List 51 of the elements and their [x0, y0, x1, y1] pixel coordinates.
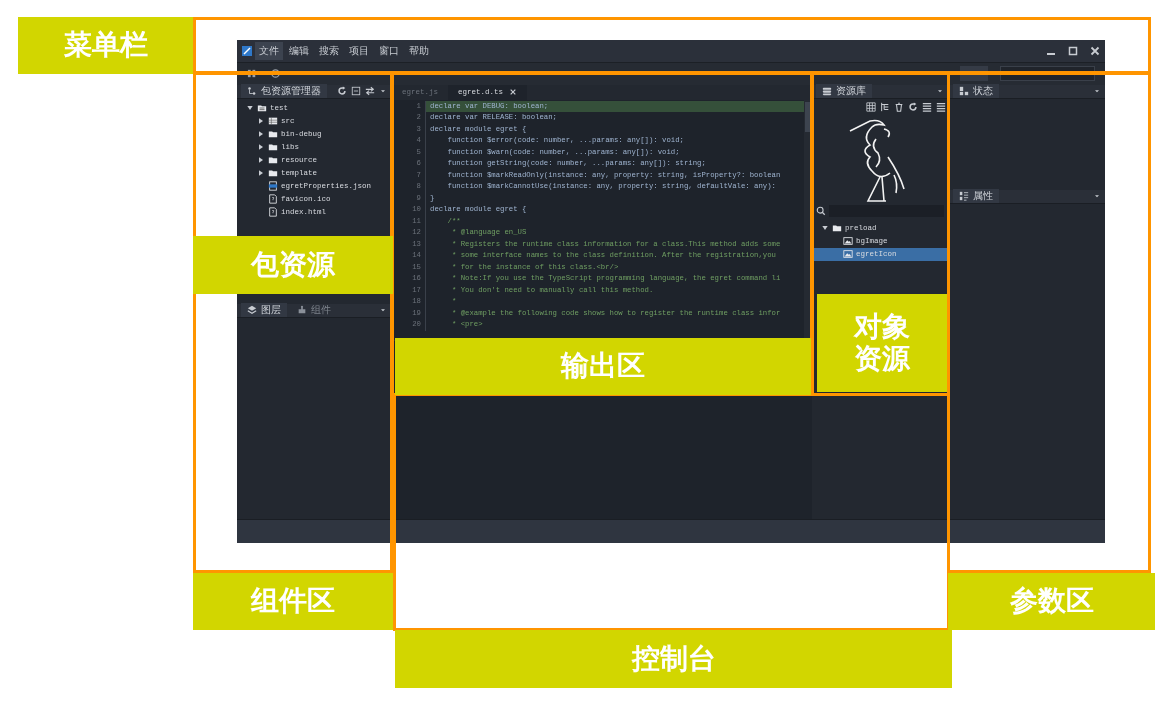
- collapsed-arrow-icon[interactable]: [257, 156, 265, 165]
- tree-icon: [247, 86, 257, 97]
- annotation-label: 对象资源: [852, 310, 911, 376]
- menu-item[interactable]: 帮助: [405, 41, 433, 60]
- list-icon[interactable]: [922, 101, 932, 112]
- panel-tab[interactable]: 包资源管理器: [241, 84, 327, 99]
- puzzle-icon: [297, 305, 307, 316]
- collapsed-arrow-icon[interactable]: [257, 117, 265, 126]
- annotation-label: 组件区: [251, 585, 335, 618]
- panel-tab[interactable]: 组件: [291, 303, 337, 318]
- panel-title: 状态: [973, 84, 993, 99]
- pause-icon[interactable]: [247, 68, 258, 80]
- refresh-icon[interactable]: [908, 101, 918, 112]
- annotation-label: 输出区: [561, 350, 645, 383]
- collapsed-arrow-icon[interactable]: [257, 143, 265, 152]
- panel-tab[interactable]: 资源库: [816, 84, 872, 99]
- menu-item[interactable]: 文件: [255, 41, 283, 60]
- panel-title: 资源库: [836, 84, 866, 99]
- annotation-label: 参数区: [1009, 585, 1094, 618]
- stack-icon: [822, 86, 832, 97]
- clock-icon[interactable]: [270, 68, 281, 80]
- menu-item[interactable]: 编辑: [285, 41, 313, 60]
- annotation-label: 包资源: [251, 248, 335, 282]
- layers-icon: [247, 305, 257, 316]
- state-icon: [959, 86, 969, 97]
- app-logo-icon[interactable]: [241, 44, 253, 57]
- scrollbar-thumb[interactable]: [805, 101, 811, 132]
- grid-icon[interactable]: [866, 101, 876, 112]
- trash-icon[interactable]: [894, 101, 904, 112]
- collapsed-arrow-icon[interactable]: [257, 130, 265, 139]
- list-icon[interactable]: [936, 101, 946, 112]
- swap-icon[interactable]: [365, 86, 375, 97]
- refresh-icon[interactable]: [337, 86, 347, 97]
- hierarchy-icon[interactable]: [880, 101, 890, 112]
- panel-tab[interactable]: 状态: [953, 84, 999, 99]
- collapse-icon[interactable]: [351, 86, 361, 97]
- annotation-label: 控制台: [631, 642, 716, 676]
- panel-tab[interactable]: 属性: [953, 189, 999, 204]
- panel-title: 包资源管理器: [261, 84, 321, 99]
- menu-item[interactable]: 窗口: [375, 41, 403, 60]
- panel-tab[interactable]: 图层: [241, 303, 287, 318]
- collapsed-arrow-icon[interactable]: [257, 169, 265, 178]
- close-icon[interactable]: [509, 88, 518, 97]
- annotation-label: 菜单栏: [63, 29, 148, 62]
- maximize-icon[interactable]: [1067, 44, 1079, 57]
- menu-item[interactable]: 搜索: [315, 41, 343, 60]
- properties-icon: [959, 191, 969, 202]
- close-icon[interactable]: [1089, 44, 1101, 57]
- search-icon[interactable]: [816, 205, 826, 216]
- menu-item[interactable]: 项目: [345, 41, 373, 60]
- panel-title: 属性: [973, 189, 993, 204]
